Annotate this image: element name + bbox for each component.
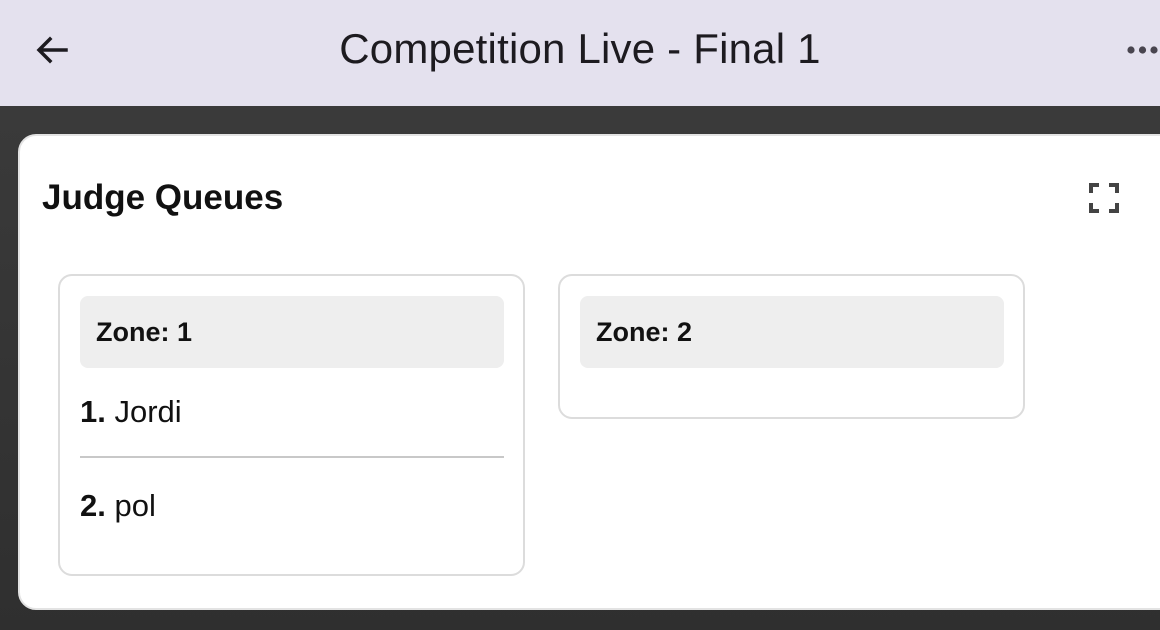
more-options-button[interactable] (1120, 30, 1160, 70)
app-bar: Competition Live - Final 1 (0, 0, 1160, 106)
queue-item: 2. pol (80, 486, 504, 526)
zone-header: Zone: 1 (80, 296, 504, 368)
queue-item-name: Jordi (114, 394, 182, 429)
page-title: Competition Live - Final 1 (339, 25, 821, 72)
divider (80, 456, 504, 458)
zone-header: Zone: 2 (580, 296, 1004, 368)
panel-title: Judge Queues (42, 178, 284, 217)
fullscreen-button[interactable] (1084, 178, 1124, 218)
more-horizontal-icon (1127, 46, 1158, 54)
queue-item: 1. Jordi (80, 392, 504, 432)
queue-item-number: 1. (80, 394, 106, 429)
zone-card-1: Zone: 1 1. Jordi 2. pol (58, 274, 525, 576)
queue-item-name: pol (114, 488, 156, 523)
judge-queues-panel: Judge Queues Zone: 1 1. Jordi 2. pol Zon… (18, 134, 1160, 610)
fullscreen-icon (1089, 183, 1119, 213)
queue-item-number: 2. (80, 488, 106, 523)
zone-card-2: Zone: 2 (558, 274, 1025, 419)
